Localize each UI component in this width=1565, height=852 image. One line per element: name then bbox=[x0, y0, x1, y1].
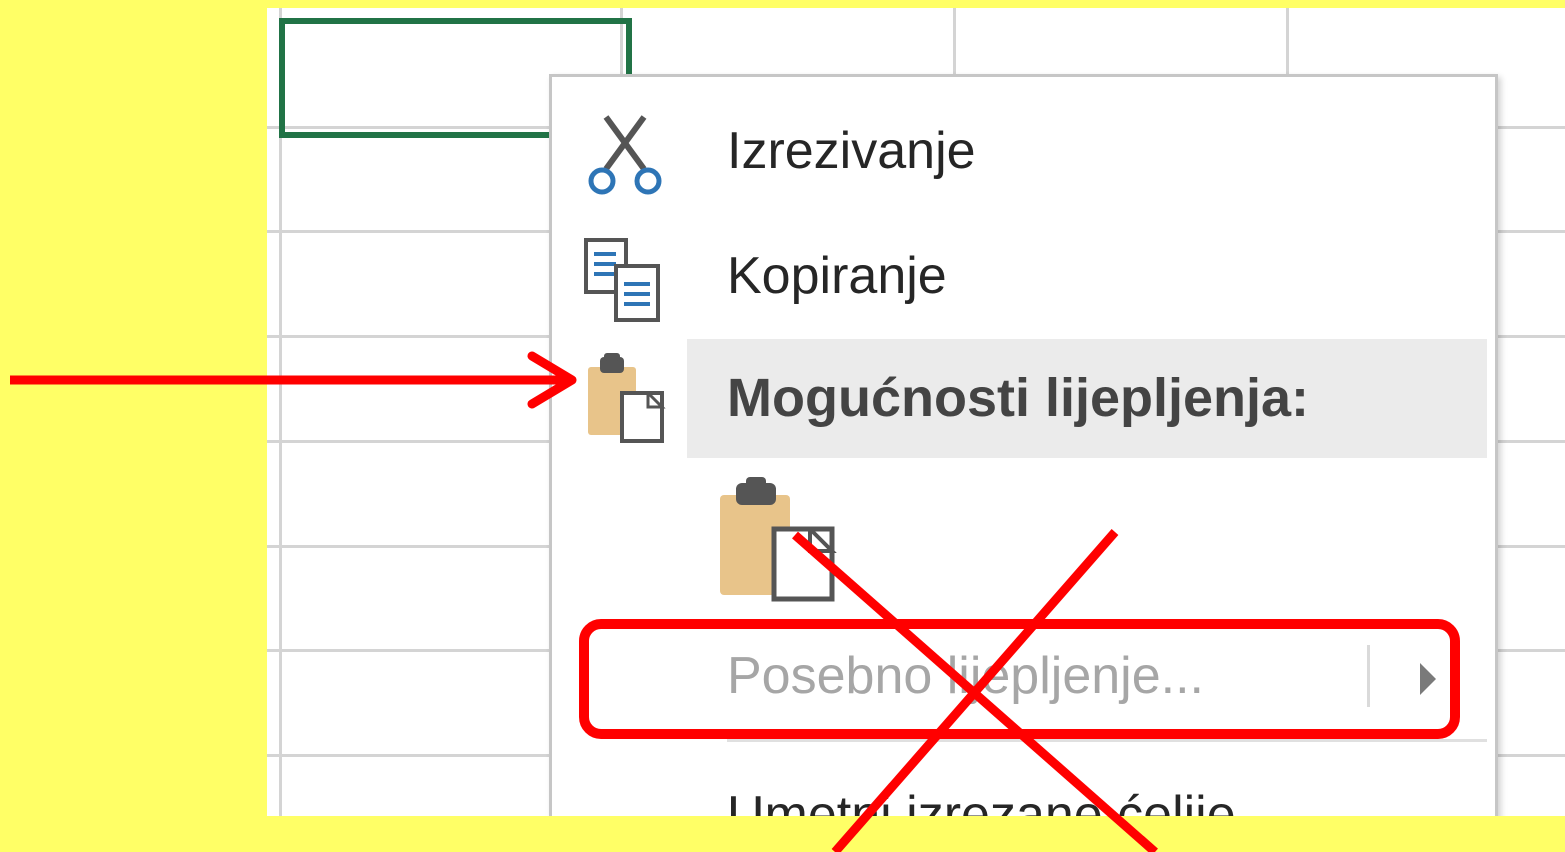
annotation-cross bbox=[792, 529, 1158, 852]
annotation-overlay bbox=[10, 351, 1158, 852]
annotation-arrow bbox=[10, 351, 577, 409]
